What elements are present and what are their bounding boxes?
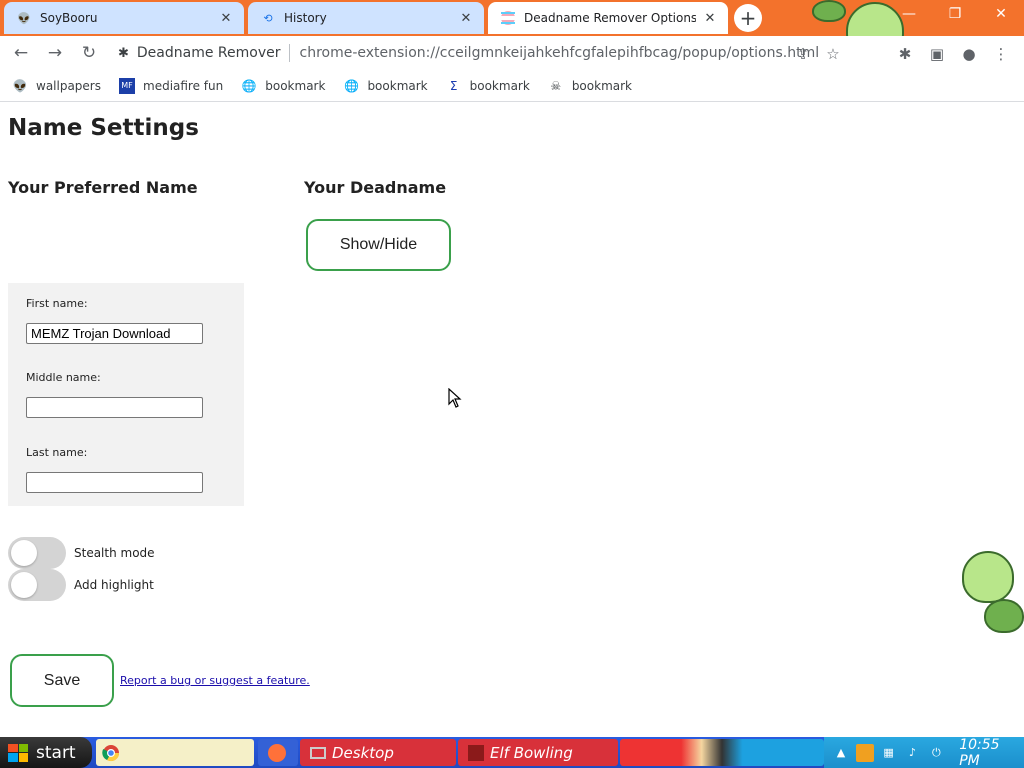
task-label: Desktop xyxy=(332,743,394,762)
bookmark-item[interactable]: ☠ bookmark xyxy=(548,78,632,94)
last-name-label: Last name: xyxy=(26,446,88,459)
tab-title: SoyBooru xyxy=(40,11,98,25)
globe-icon: 🌐 xyxy=(343,78,359,93)
middle-name-field[interactable] xyxy=(26,397,203,418)
extensions-icon[interactable]: ✱ xyxy=(896,45,914,63)
last-name-field[interactable] xyxy=(26,472,203,493)
stealth-mode-label: Stealth mode xyxy=(74,546,155,560)
taskbar-strip xyxy=(620,739,824,766)
options-page: Name Settings Your Preferred Name Your D… xyxy=(0,103,1024,737)
chevron-up-icon[interactable]: ▲ xyxy=(832,744,850,762)
bookmark-label: bookmark xyxy=(265,78,326,93)
clock: 10:55 PM xyxy=(959,736,1000,768)
preferred-name-form: First name: MEMZ Trojan Download Middle … xyxy=(8,283,244,506)
bookmark-item[interactable]: Σ bookmark xyxy=(446,78,530,94)
alien-icon: 👽 xyxy=(17,11,31,25)
bookmark-label: wallpapers xyxy=(36,78,101,93)
power-icon[interactable]: ⏻ xyxy=(927,744,945,762)
add-highlight-label: Add highlight xyxy=(74,578,154,592)
quick-launch-chrome[interactable] xyxy=(96,739,254,766)
taskbar: start Desktop Elf Bowling ▲ ▦ ♪ ⏻ 10:55 … xyxy=(0,737,1024,768)
share-icon[interactable]: ⇪ xyxy=(794,45,812,63)
bookmark-item[interactable]: MF mediafire fun xyxy=(119,77,224,94)
tab-title: Deadname Remover Options xyxy=(524,11,696,25)
bookmark-item[interactable]: 🌐 bookmark xyxy=(241,78,326,94)
bookmark-label: mediafire fun xyxy=(143,78,224,93)
side-panel-icon[interactable]: ▣ xyxy=(928,45,946,63)
restore-icon[interactable]: ❐ xyxy=(940,6,970,22)
start-label: start xyxy=(36,742,76,763)
history-icon: ⟲ xyxy=(263,11,273,25)
address-bar[interactable]: ✱ Deadname Remover chrome-extension://cc… xyxy=(108,39,820,67)
url-text: chrome-extension://cceilgmnkeijahkehfcgf… xyxy=(299,45,820,61)
deadname-heading: Your Deadname xyxy=(304,178,447,197)
report-bug-link[interactable]: Report a bug or suggest a feature. xyxy=(120,674,310,687)
sigma-icon: Σ xyxy=(449,78,458,93)
tab-title: History xyxy=(284,11,327,25)
bookmark-label: bookmark xyxy=(469,78,530,93)
browser-toolbar: ← → ↻ ✱ Deadname Remover chrome-extensio… xyxy=(0,36,1024,70)
taskbar-item-desktop[interactable]: Desktop xyxy=(300,739,456,766)
reload-icon[interactable]: ↻ xyxy=(74,38,104,68)
puzzle-icon: ✱ xyxy=(118,45,129,61)
elf-bowling-icon xyxy=(468,744,484,761)
save-button[interactable]: Save xyxy=(10,654,114,707)
extension-name: Deadname Remover xyxy=(136,45,281,61)
task-label: Elf Bowling xyxy=(490,743,573,762)
monitor-icon xyxy=(310,746,326,759)
globe-icon: 🌐 xyxy=(241,78,257,93)
bookmark-label: bookmark xyxy=(367,78,428,93)
bookmarks-bar: 👽 wallpapers MF mediafire fun 🌐 bookmark… xyxy=(0,70,1024,102)
system-tray: ▲ ▦ ♪ ⏻ 10:55 PM xyxy=(824,737,1024,768)
tab-deadname-options[interactable]: Deadname Remover Options ✕ xyxy=(488,2,728,34)
mouse-cursor-icon xyxy=(448,388,462,408)
trans-flag-icon xyxy=(500,10,516,26)
character-sticker xyxy=(812,0,846,22)
extension-chip[interactable]: ✱ Deadname Remover xyxy=(108,44,290,62)
toggle-knob xyxy=(11,572,37,598)
volume-icon[interactable]: ♪ xyxy=(904,744,922,762)
tab-soybooru[interactable]: 👽 SoyBooru ✕ xyxy=(4,2,244,34)
bookmark-label: bookmark xyxy=(571,78,632,93)
chrome-icon xyxy=(102,744,120,761)
alien-icon: 👽 xyxy=(12,78,28,93)
stealth-mode-toggle[interactable] xyxy=(8,537,66,569)
page-title: Name Settings xyxy=(8,115,199,141)
first-name-label: First name: xyxy=(26,297,88,310)
bookmark-item[interactable]: 🌐 bookmark xyxy=(343,78,428,94)
middle-name-label: Middle name: xyxy=(26,371,101,384)
close-tab-icon[interactable]: ✕ xyxy=(702,10,718,26)
quick-launch-firefox[interactable] xyxy=(258,739,298,766)
skull-icon: ☠ xyxy=(550,78,562,93)
first-name-field[interactable]: MEMZ Trojan Download xyxy=(26,323,203,344)
show-hide-button[interactable]: Show/Hide xyxy=(306,219,451,271)
forward-icon[interactable]: → xyxy=(40,38,70,68)
preferred-name-heading: Your Preferred Name xyxy=(8,178,198,197)
taskbar-item-elf-bowling[interactable]: Elf Bowling xyxy=(458,739,618,766)
close-tab-icon[interactable]: ✕ xyxy=(218,10,234,26)
tray-app-icon[interactable] xyxy=(855,743,874,762)
tab-history[interactable]: ⟲ History ✕ xyxy=(248,2,484,34)
toggle-knob xyxy=(11,540,37,566)
windows-logo-icon xyxy=(8,743,28,762)
firefox-icon xyxy=(268,743,286,762)
character-sticker xyxy=(984,599,1024,633)
back-icon[interactable]: ← xyxy=(6,38,36,68)
close-window-icon[interactable]: ✕ xyxy=(986,6,1016,22)
bookmark-item[interactable]: 👽 wallpapers xyxy=(12,78,101,94)
add-highlight-toggle[interactable] xyxy=(8,569,66,601)
close-tab-icon[interactable]: ✕ xyxy=(458,10,474,26)
menu-icon[interactable]: ⋮ xyxy=(992,45,1010,63)
character-sticker xyxy=(962,551,1014,603)
network-icon[interactable]: ▦ xyxy=(880,744,898,762)
star-icon[interactable]: ☆ xyxy=(824,45,842,63)
start-button[interactable]: start xyxy=(0,737,92,768)
profile-icon[interactable]: ● xyxy=(960,45,978,63)
new-tab-button[interactable]: + xyxy=(734,4,762,32)
mediafire-icon: MF xyxy=(119,77,135,94)
